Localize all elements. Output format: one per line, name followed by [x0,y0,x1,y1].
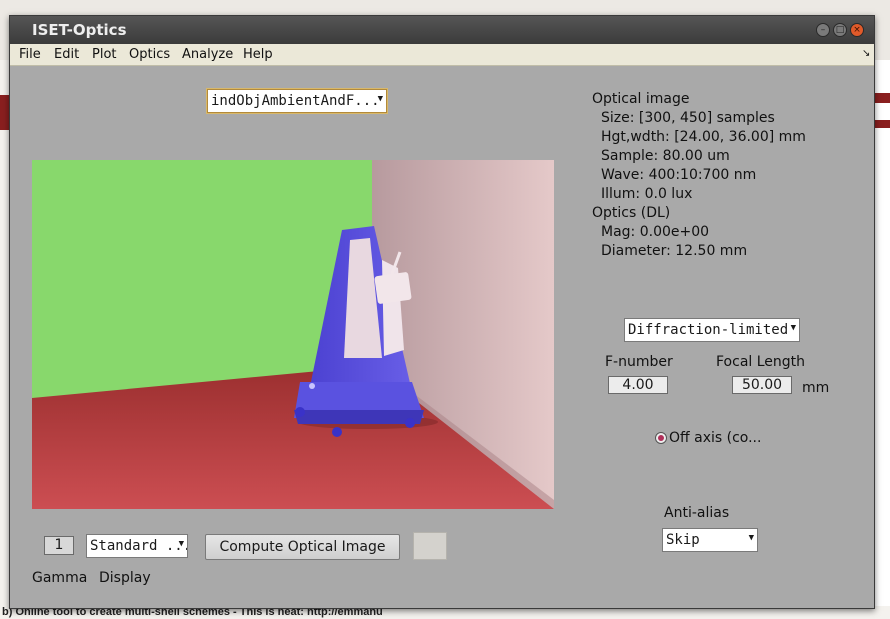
oi-sample: Sample: 80.00 um [601,148,730,164]
optics-diameter: Diameter: 12.50 mm [601,243,748,259]
menu-optics[interactable]: Optics [129,47,170,62]
gamma-label: Gamma [32,570,88,586]
fnumber-field[interactable]: 4.00 [608,376,668,394]
off-axis-radio[interactable] [655,432,667,444]
oi-size: Size: [300, 450] samples [601,110,775,126]
fnumber-label: F-number [605,354,673,370]
display-label: Display [99,570,151,586]
oi-illum: Illum: 0.0 lux [601,186,693,202]
compute-optical-image-button[interactable]: Compute Optical Image [205,534,400,560]
optical-image-preview[interactable] [32,160,554,509]
menu-file[interactable]: File [19,47,41,62]
optics-mag: Mag: 0.00e+00 [601,224,710,240]
optics-header: Optics (DL) [592,205,671,221]
menu-bar: File Edit Plot Optics Analyze Help ↘ [10,44,874,66]
anti-alias-label: Anti-alias [664,505,730,521]
chevron-down-icon: ▼ [790,323,796,333]
minimize-button[interactable]: – [816,23,830,37]
chevron-down-icon: ▼ [178,539,184,549]
maximize-button[interactable]: □ [833,23,847,37]
color-swatch [413,532,447,560]
oi-height-width: Hgt,wdth: [24.00, 36.00] mm [601,129,806,145]
optics-model-select[interactable]: Diffraction-limited ▼ [624,318,800,342]
iset-optics-window: ISET-Optics – □ × File Edit Plot Optics … [9,15,875,609]
oi-wave: Wave: 400:10:700 nm [601,167,757,183]
dock-arrow-icon[interactable]: ↘ [862,48,870,59]
focal-length-field[interactable]: 50.00 [732,376,792,394]
display-value: Standard ... [90,538,188,554]
close-button[interactable]: × [850,23,864,37]
scene-select-value: indObjAmbientAndF... [211,93,380,109]
optical-image-header: Optical image [592,91,690,107]
window-title: ISET-Optics [32,21,127,39]
focal-length-unit: mm [802,380,830,396]
chevron-down-icon: ▼ [748,533,754,543]
focal-length-label: Focal Length [716,354,806,370]
scene-select[interactable]: indObjAmbientAndF... ▼ [207,89,387,113]
off-axis-label: Off axis (co... [669,430,762,446]
menu-edit[interactable]: Edit [54,47,79,62]
anti-alias-value: Skip [666,532,700,548]
gamma-field[interactable]: 1 [44,536,74,555]
menu-analyze[interactable]: Analyze [182,47,233,62]
anti-alias-select[interactable]: Skip ▼ [662,528,758,552]
metronome-scene-image [32,160,554,509]
display-select[interactable]: Standard ... ▼ [86,534,188,558]
chevron-down-icon: ▼ [377,94,383,104]
menu-plot[interactable]: Plot [92,47,117,62]
title-bar[interactable]: ISET-Optics – □ × [10,16,874,44]
menu-help[interactable]: Help [243,47,273,62]
optical-image-info: Optical image Size: [300, 450] samples H… [592,90,806,261]
optics-model-value: Diffraction-limited [628,322,789,338]
